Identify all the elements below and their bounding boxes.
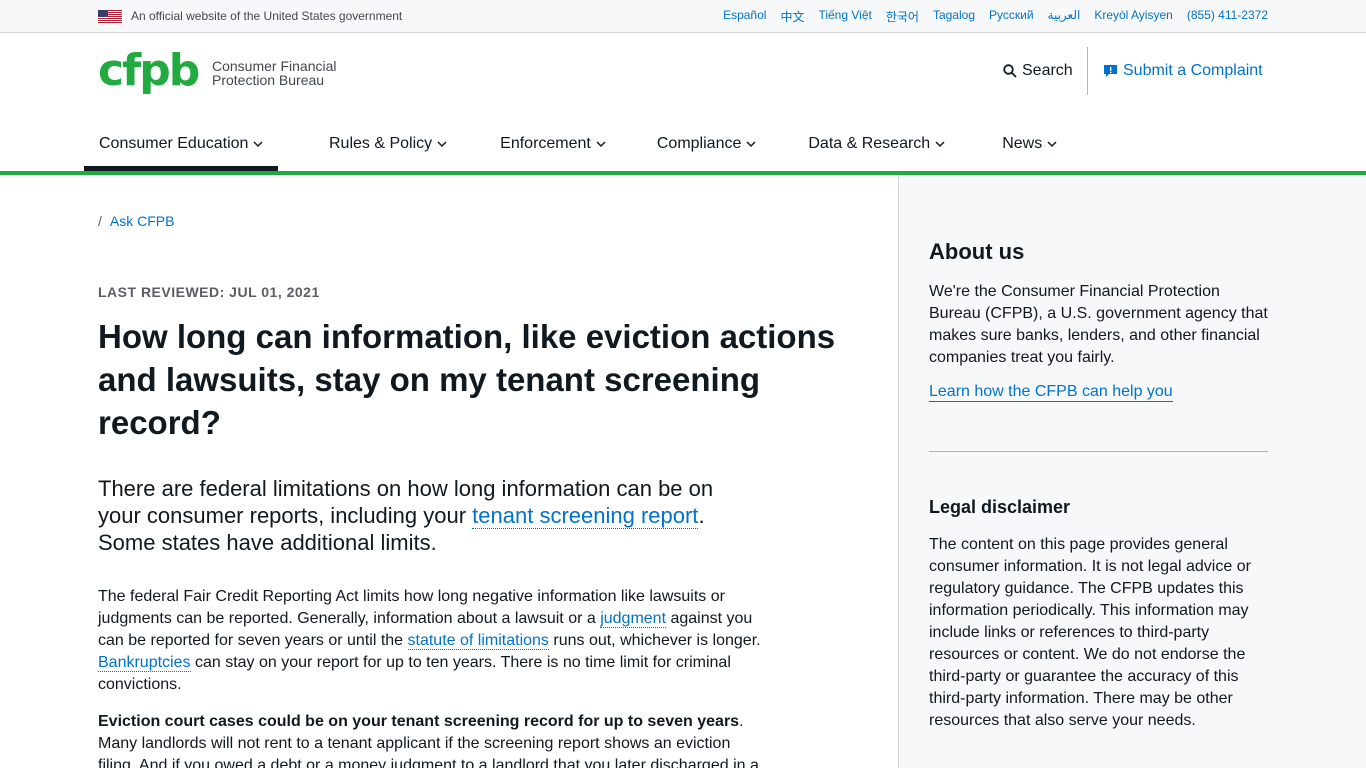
logo-text: Consumer Financial Protection Bureau [212,59,337,87]
submit-complaint-link[interactable]: Submit a Complaint [1104,62,1263,80]
chevron-down-icon [253,141,263,148]
lang-link-chinese[interactable]: 中文 [780,8,804,25]
language-links: Español 中文 Tiếng Việt 한국어 Tagalog Русски… [723,8,1268,25]
tenant-screening-report-link[interactable]: tenant screening report [472,503,699,529]
chevron-down-icon [935,141,945,148]
nav-label: Rules & Policy [329,135,433,152]
chevron-down-icon [1047,141,1057,148]
body-paragraph-2: Eviction court cases could be on your te… [98,711,763,768]
sidebar-divider [929,451,1268,452]
main-nav: Consumer Education Rules & Policy Enforc… [84,129,1057,171]
nav-label: Data & Research [808,135,931,152]
search-button[interactable]: Search [1003,62,1073,80]
lang-link-russian[interactable]: Русский [989,8,1034,25]
about-us-heading: About us [929,239,1025,264]
lang-link-korean[interactable]: 한국어 [886,8,919,25]
gov-banner: An official website of the United States… [0,0,1366,33]
header-divider [1087,47,1088,95]
chevron-down-icon [746,141,756,148]
logo-mark-text: cfpb [98,47,199,96]
lang-link-spanish[interactable]: Español [723,8,766,25]
complaint-label: Submit a Complaint [1123,62,1263,79]
nav-label: News [1002,135,1043,152]
nav-label: Compliance [656,135,742,152]
logo-line-1: Consumer Financial [212,58,337,74]
lang-link-vietnamese[interactable]: Tiếng Việt [818,8,871,25]
legal-disclaimer-heading: Legal disclaimer [929,497,1071,517]
about-us-text: We're the Consumer Financial Protection … [929,283,1268,366]
us-flag-icon [98,10,122,23]
lead-paragraph: There are federal limitations on how lon… [98,475,758,556]
nav-label: Consumer Education [99,135,249,152]
nav-item-news[interactable]: News [1002,129,1057,171]
judgment-link[interactable]: judgment [600,610,667,628]
nav-label: Enforcement [500,135,591,152]
search-icon [1003,64,1017,78]
nav-item-compliance[interactable]: Compliance [657,129,756,171]
breadcrumb-link-ask-cfpb[interactable]: Ask CFPB [110,213,175,229]
legal-disclaimer-text: The content on this page provides genera… [929,536,1251,729]
chevron-down-icon [437,141,447,148]
nav-item-rules-policy[interactable]: Rules & Policy [329,129,447,171]
nav-item-consumer-education[interactable]: Consumer Education [84,129,278,171]
statute-of-limitations-link[interactable]: statute of limitations [407,632,549,650]
p2-bold-text: Eviction court cases could be on your te… [98,713,740,730]
lang-link-haitian-creole[interactable]: Kreyòl Ayisyen [1094,8,1173,25]
logo-line-2: Protection Bureau [212,72,325,88]
nav-item-data-research[interactable]: Data & Research [808,129,945,171]
phone-link[interactable]: (855) 411-2372 [1187,8,1268,25]
p1-text-d: can stay on your report for up to ten ye… [98,654,731,693]
learn-how-cfpb-link[interactable]: Learn how the CFPB can help you [929,383,1173,402]
official-website-text: An official website of the United States… [131,9,403,23]
complaint-icon [1104,64,1117,77]
sidebar: About us We're the Consumer Financial Pr… [898,175,1366,768]
nav-item-enforcement[interactable]: Enforcement [500,129,606,171]
body-paragraph-1: The federal Fair Credit Reporting Act li… [98,586,763,696]
site-header: cfpb Consumer Financial Protection Burea… [0,33,1366,171]
lang-link-tagalog[interactable]: Tagalog [933,8,975,25]
p1-text-c: runs out, whichever is longer. [548,632,761,649]
breadcrumb: / Ask CFPB [98,213,174,229]
bankruptcies-link[interactable]: Bankruptcies [98,654,191,672]
breadcrumb-separator: / [98,213,102,229]
chevron-down-icon [596,141,606,148]
lang-link-arabic[interactable]: العربية [1048,8,1081,25]
search-label: Search [1022,62,1073,79]
page-title: How long can information, like eviction … [98,318,836,441]
last-reviewed: LAST REVIEWED: JUL 01, 2021 [98,284,320,300]
